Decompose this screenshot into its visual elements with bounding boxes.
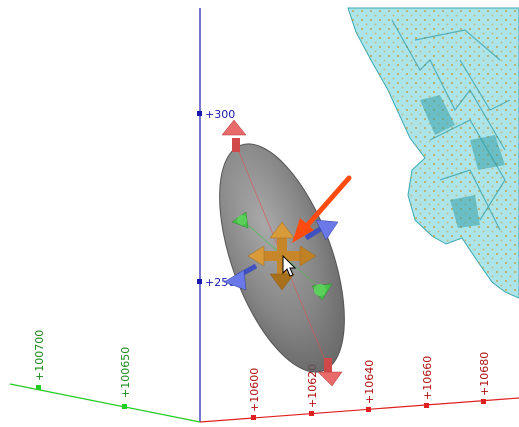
x-label-10680: +10680 [478, 352, 491, 396]
x-tick-10660 [424, 403, 429, 408]
x-tick-10620 [309, 411, 314, 416]
x-tick-10680 [481, 399, 486, 404]
x-tick-10600 [251, 415, 256, 420]
z-tick-300 [197, 111, 202, 116]
orebody-surface [347, 7, 519, 299]
3d-viewport[interactable]: +300 +250 +10600 +10620 +10640 +10660 +1… [0, 0, 519, 423]
y-label-100650: +100650 [119, 347, 132, 398]
x-label-10660: +10660 [421, 356, 434, 400]
ellipsoid-widget[interactable] [194, 119, 370, 388]
z-tick-250 [197, 279, 202, 284]
y-tick-100700 [36, 385, 41, 390]
x-label-10600: +10600 [248, 368, 261, 412]
x-label-10640: +10640 [363, 360, 376, 404]
y-label-100700: +100700 [33, 330, 46, 381]
x-tick-10640 [366, 407, 371, 412]
z-label-300: +300 [205, 108, 235, 121]
y-tick-100650 [122, 404, 127, 409]
